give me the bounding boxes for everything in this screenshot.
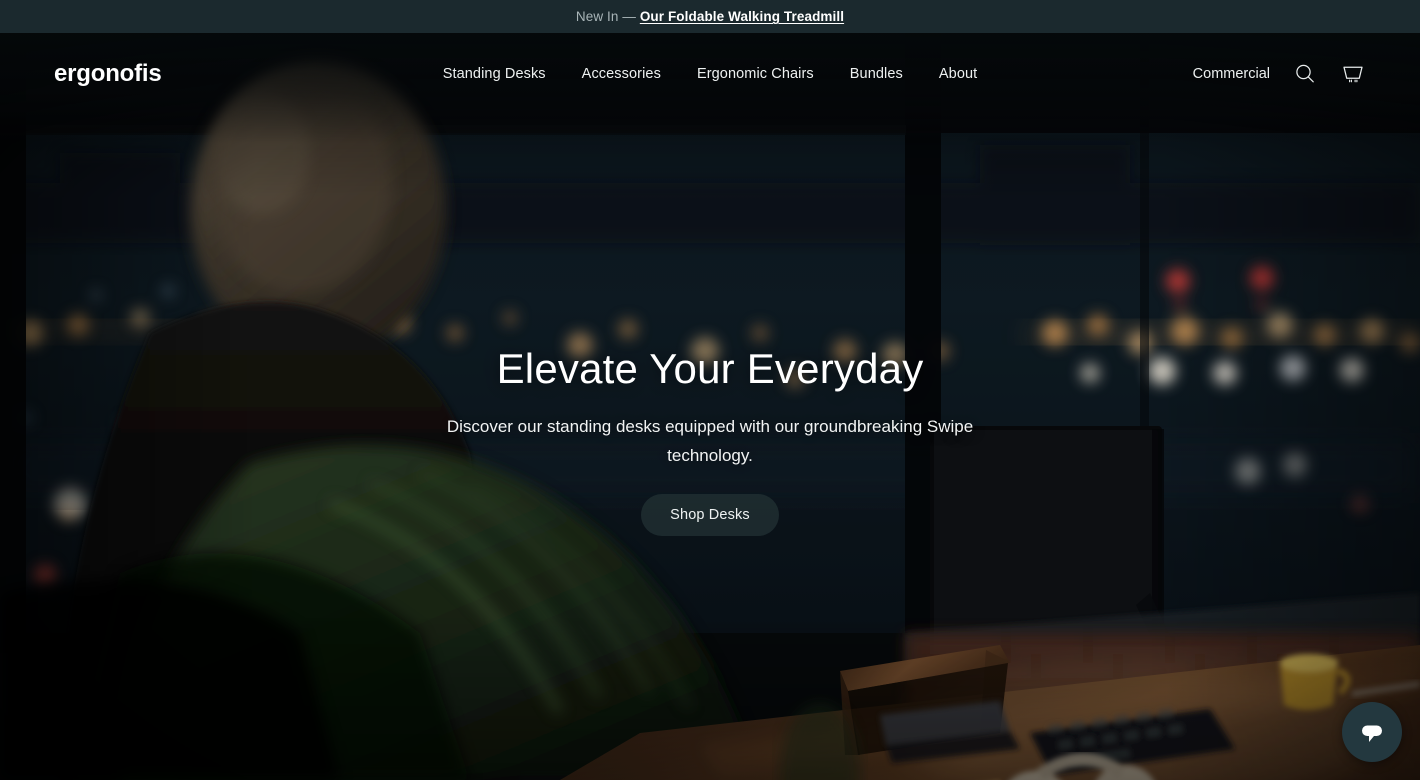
header-actions: Commercial [1193, 61, 1366, 87]
search-button[interactable] [1292, 61, 1318, 87]
commercial-link[interactable]: Commercial [1193, 66, 1270, 82]
search-icon [1296, 64, 1314, 83]
announcement-text: New In — Our Foldable Walking Treadmill [576, 9, 844, 24]
nav-item-bundles[interactable]: Bundles [850, 66, 903, 82]
nav-item-ergonomic-chairs[interactable]: Ergonomic Chairs [697, 66, 814, 82]
chat-widget-button[interactable] [1342, 702, 1402, 762]
cart-button[interactable] [1340, 61, 1366, 87]
announcement-bar: New In — Our Foldable Walking Treadmill [0, 0, 1420, 33]
shopping-cart-icon [1343, 66, 1363, 82]
hero-section [0, 33, 1420, 780]
site-header: ergonofis Standing Desks Accessories Erg… [0, 33, 1420, 115]
chat-bubble-icon [1362, 725, 1382, 742]
announcement-prefix: New In — [575, 9, 640, 24]
page-root: New In — Our Foldable Walking Treadmill [0, 0, 1420, 780]
nav-item-about[interactable]: About [939, 66, 977, 82]
hero-scene-illustration [0, 33, 1420, 780]
announcement-link[interactable]: Our Foldable Walking Treadmill [640, 9, 844, 24]
shop-desks-button[interactable]: Shop Desks [641, 494, 779, 537]
nav-item-standing-desks[interactable]: Standing Desks [443, 66, 546, 82]
logo[interactable]: ergonofis [54, 62, 162, 86]
nav-item-accessories[interactable]: Accessories [582, 66, 661, 82]
hero-background-image [0, 33, 1420, 780]
